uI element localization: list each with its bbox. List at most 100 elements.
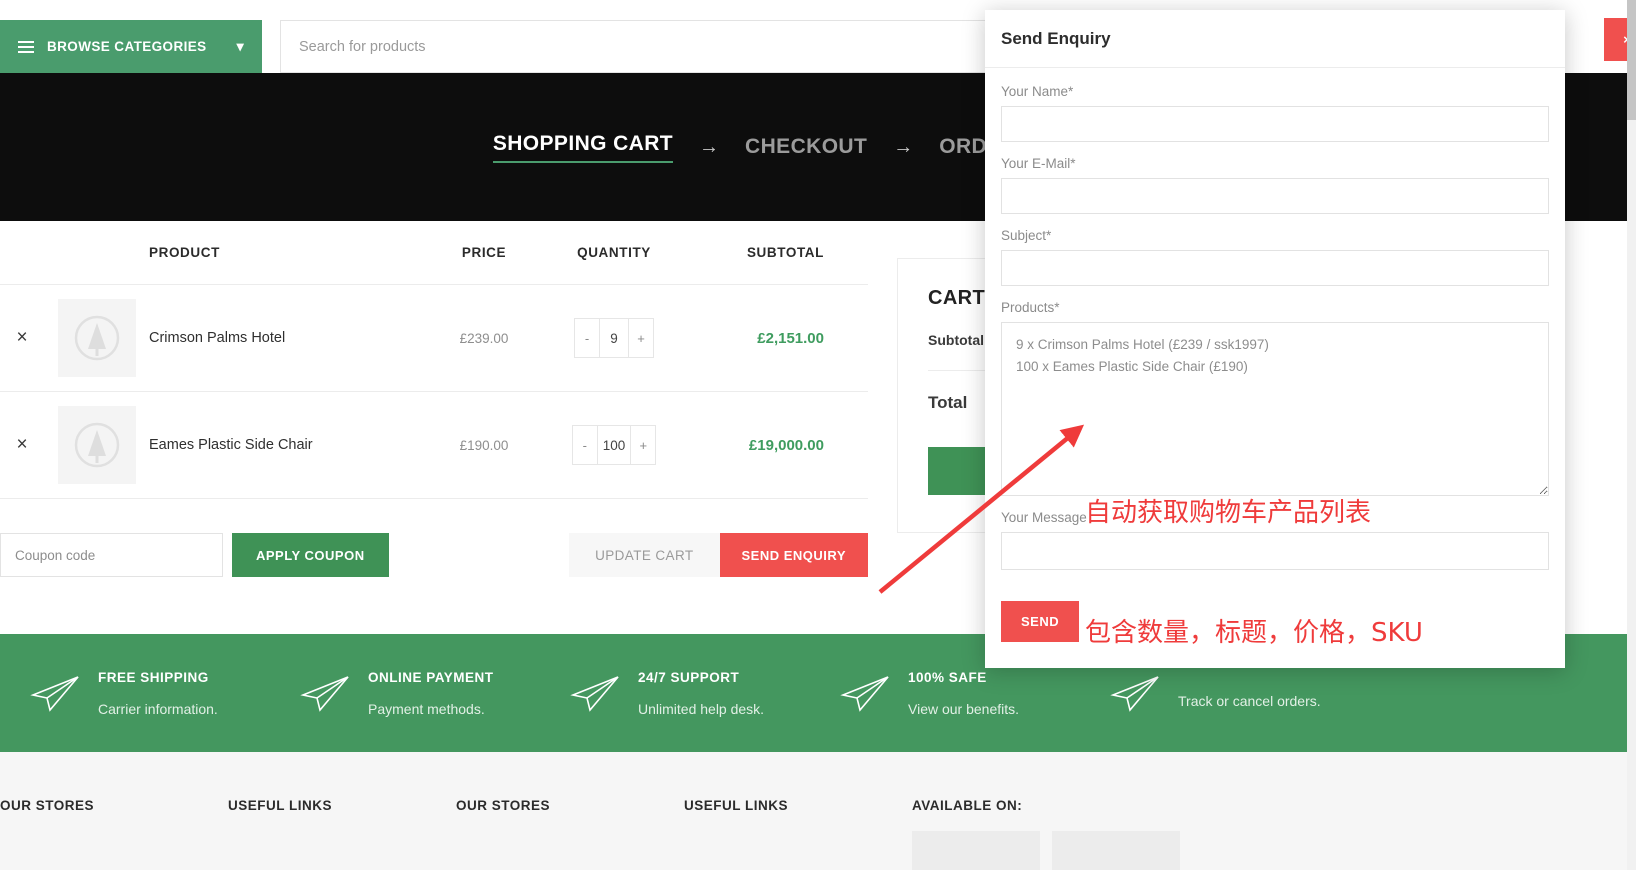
browse-categories-button[interactable]: BROWSE CATEGORIES ▾	[0, 20, 262, 73]
page-scrollbar[interactable]	[1627, 0, 1636, 870]
quantity-increase-button[interactable]: +	[629, 319, 653, 357]
paper-plane-icon	[1110, 676, 1159, 712]
product-name[interactable]: Crimson Palms Hotel	[149, 330, 429, 346]
field-your-message: Your Message	[1001, 510, 1549, 575]
your-name-label: Your Name*	[1001, 84, 1074, 99]
quantity-value[interactable]: 9	[599, 319, 629, 357]
field-subject: Subject*	[1001, 228, 1549, 286]
products-label: Products*	[1001, 300, 1060, 315]
quantity-decrease-button[interactable]: -	[573, 426, 597, 464]
step-arrow-icon: →	[893, 135, 914, 158]
field-your-email: Your E-Mail*	[1001, 156, 1549, 214]
table-row: × Crimson Palms Hotel £239.00 - 9 + £2,1…	[0, 285, 868, 392]
product-subtotal: £19,000.00	[748, 436, 824, 454]
paper-plane-icon	[570, 676, 619, 712]
step-arrow-icon: →	[699, 135, 720, 158]
feature-text: Track or cancel orders.	[1178, 677, 1321, 709]
placeholder-tree-icon	[74, 422, 119, 468]
your-name-input[interactable]	[1001, 106, 1549, 142]
modal-title: Send Enquiry	[1001, 28, 1111, 48]
product-thumbnail[interactable]	[57, 406, 136, 484]
product-price: £239.00	[459, 330, 509, 346]
footer-col-our-stores-2: OUR STORES	[456, 798, 551, 813]
update-cart-button[interactable]: UPDATE CART	[569, 533, 720, 577]
step-shopping-cart[interactable]: SHOPPING CART	[492, 132, 674, 163]
feature-text: 24/7 SUPPORT Unlimited help desk.	[638, 670, 764, 717]
paper-plane-icon	[30, 676, 79, 712]
table-row: × Eames Plastic Side Chair £190.00 - 100…	[0, 392, 868, 499]
footer-col-available-on: AVAILABLE ON:	[912, 798, 1212, 870]
modal-body: Your Name* Your E-Mail* Subject* Product…	[985, 68, 1565, 668]
feature-title: FREE SHIPPING	[98, 669, 209, 685]
your-email-input[interactable]	[1001, 178, 1549, 214]
remove-item-icon[interactable]: ×	[0, 434, 44, 456]
cart-total-label: Total	[928, 393, 968, 412]
product-subtotal: £2,151.00	[757, 329, 824, 347]
footer-col-useful-links: USEFUL LINKS	[228, 798, 333, 813]
apply-coupon-button[interactable]: APPLY COUPON	[232, 533, 389, 577]
modal-header: Send Enquiry ×	[985, 10, 1636, 68]
feature-text: FREE SHIPPING Carrier information.	[98, 670, 218, 717]
paper-plane-icon	[840, 676, 889, 712]
scrollbar-thumb[interactable]	[1627, 0, 1636, 120]
footer-col-our-stores: OUR STORES	[0, 798, 95, 813]
quantity-stepper[interactable]: - 9 +	[539, 318, 689, 358]
your-email-label: Your E-Mail*	[1001, 156, 1076, 171]
feature-support: 24/7 SUPPORT Unlimited help desk.	[540, 670, 810, 717]
send-enquiry-button[interactable]: SEND ENQUIRY	[719, 533, 868, 577]
col-price: PRICE	[461, 245, 507, 260]
feature-subtitle: Unlimited help desk.	[638, 700, 765, 717]
feature-online-payment: ONLINE PAYMENT Payment methods.	[270, 670, 540, 717]
product-price: £190.00	[459, 437, 509, 453]
quantity-increase-button[interactable]: +	[631, 426, 655, 464]
subject-input[interactable]	[1001, 250, 1549, 286]
coupon-input[interactable]	[0, 533, 223, 577]
subject-label: Subject*	[1001, 228, 1052, 243]
feature-title: 100% SAFE	[908, 669, 987, 685]
feature-subtitle: View our benefits.	[908, 700, 1020, 717]
your-message-label: Your Message	[1001, 510, 1087, 525]
feature-text: 100% SAFE View our benefits.	[908, 670, 1019, 717]
quantity-value[interactable]: 100	[596, 426, 632, 464]
col-product: PRODUCT	[149, 245, 220, 260]
send-button[interactable]: SEND	[1001, 601, 1080, 642]
col-quantity: QUANTITY	[577, 245, 651, 260]
footer-columns: OUR STORES USEFUL LINKS OUR STORES USEFU…	[0, 752, 1636, 870]
product-name[interactable]: Eames Plastic Side Chair	[149, 437, 429, 453]
feature-subtitle: Carrier information.	[98, 700, 218, 717]
product-thumbnail[interactable]	[57, 299, 136, 377]
cart-table: PRODUCT PRICE QUANTITY SUBTOTAL × Crimso…	[0, 221, 868, 599]
footer-available-on-label: AVAILABLE ON:	[912, 798, 1023, 813]
feature-free-shipping: FREE SHIPPING Carrier information.	[0, 670, 270, 717]
app-badge[interactable]	[912, 831, 1040, 870]
remove-item-icon[interactable]: ×	[0, 327, 44, 349]
app-badge[interactable]	[1052, 831, 1180, 870]
quantity-stepper[interactable]: - 100 +	[539, 425, 689, 465]
placeholder-tree-icon	[74, 315, 119, 361]
paper-plane-icon	[300, 676, 349, 712]
browse-categories-label: BROWSE CATEGORIES	[47, 39, 207, 54]
footer-col-useful-links-2: USEFUL LINKS	[684, 798, 789, 813]
cart-actions-row: APPLY COUPON UPDATE CART SEND ENQUIRY	[0, 499, 868, 599]
products-textarea[interactable]: 9 x Crimson Palms Hotel (£239 / ssk1997)…	[1001, 322, 1549, 496]
your-message-textarea[interactable]	[1001, 532, 1549, 570]
feature-order-tracking: Track or cancel orders.	[1080, 673, 1380, 713]
hamburger-icon	[18, 40, 34, 53]
feature-safe: 100% SAFE View our benefits.	[810, 670, 1080, 717]
col-subtotal: SUBTOTAL	[746, 245, 824, 260]
send-enquiry-modal: Send Enquiry × Your Name* Your E-Mail* S…	[985, 10, 1636, 668]
cart-subtotal-label: Subtotal	[928, 332, 984, 348]
quantity-decrease-button[interactable]: -	[575, 319, 599, 357]
cart-table-header: PRODUCT PRICE QUANTITY SUBTOTAL	[0, 221, 868, 285]
product-thumbnail-cell	[44, 406, 149, 484]
step-checkout[interactable]: CHECKOUT	[745, 135, 867, 159]
app-store-badges	[912, 831, 1212, 870]
chevron-down-icon: ▾	[236, 38, 244, 54]
product-thumbnail-cell	[44, 299, 149, 377]
feature-subtitle: Payment methods.	[368, 700, 485, 717]
feature-subtitle: Track or cancel orders.	[1178, 693, 1321, 709]
site-footer: OUR STORES USEFUL LINKS OUR STORES USEFU…	[0, 752, 1636, 870]
feature-text: ONLINE PAYMENT Payment methods.	[368, 670, 494, 717]
feature-title: 24/7 SUPPORT	[638, 669, 740, 685]
field-your-name: Your Name*	[1001, 84, 1549, 142]
